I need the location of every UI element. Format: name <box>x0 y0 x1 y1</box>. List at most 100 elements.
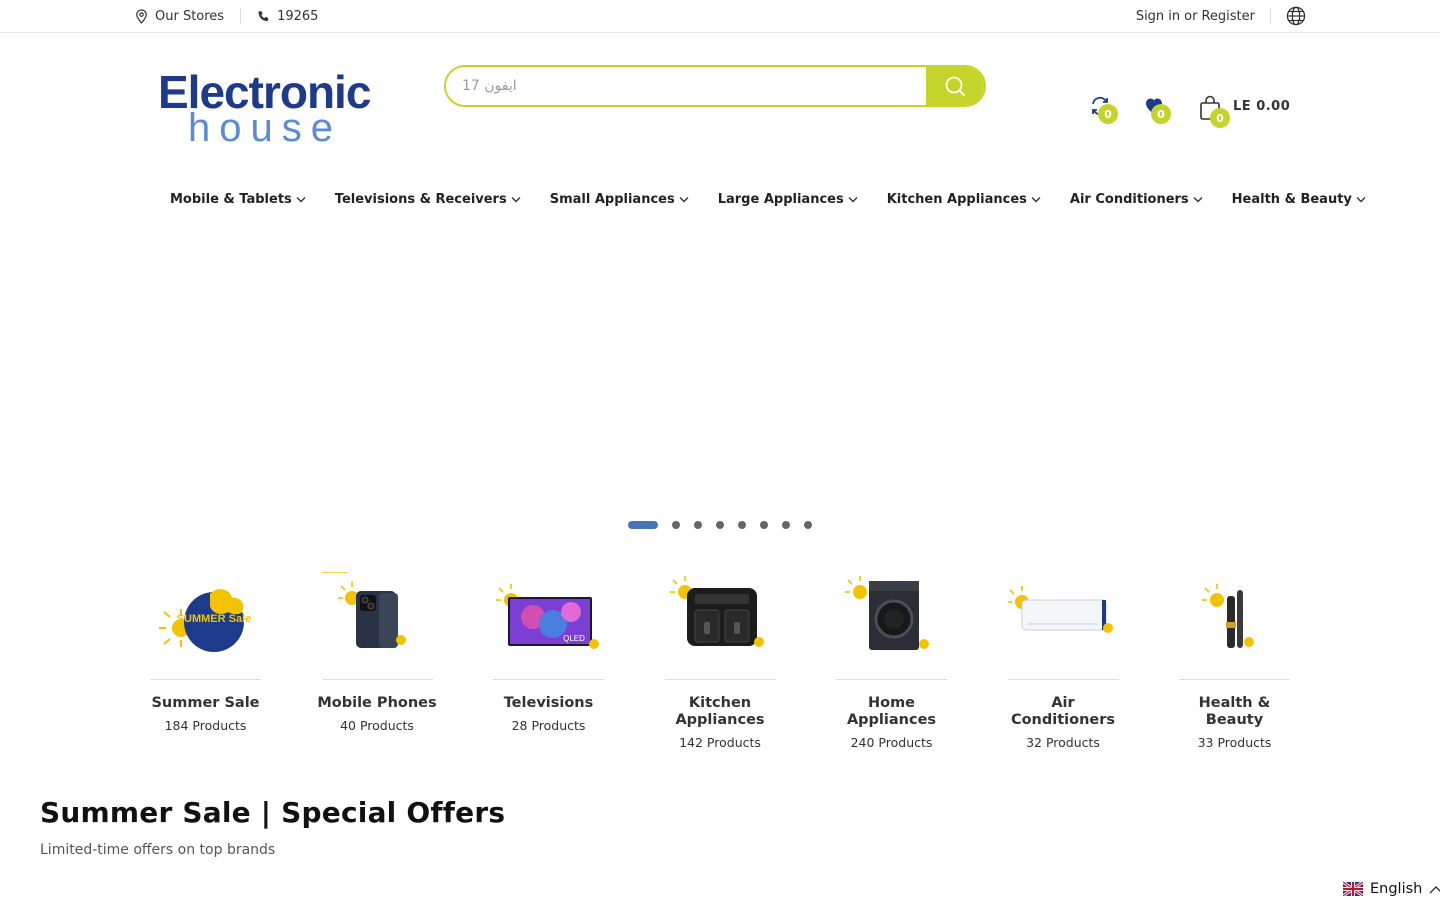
category-title: Air Conditioners <box>1010 695 1116 728</box>
air-fryer-icon <box>669 576 764 647</box>
category-kitchen-appliances[interactable]: Kitchen Appliances 142 Products <box>664 572 776 750</box>
television-icon: QLED <box>496 584 599 649</box>
chevron-down-icon <box>679 196 689 203</box>
site-logo[interactable]: Electronic house <box>158 66 372 150</box>
section-title: Summer Sale | Special Offers <box>40 796 506 829</box>
top-bar: Our Stores 19265 Sign in or Register <box>0 0 1440 33</box>
tv-qled-label: QLED <box>563 634 585 643</box>
language-selector[interactable]: English <box>1343 881 1440 897</box>
compare-count-badge: 0 <box>1098 104 1118 124</box>
chevron-down-icon <box>848 196 858 203</box>
nav-item-label: Large Appliances <box>717 192 844 207</box>
nav-item-mobile-tablets[interactable]: Mobile & Tablets <box>170 192 306 207</box>
category-count: 142 Products <box>679 735 761 750</box>
category-televisions[interactable]: QLED Televisions 28 Products <box>493 572 604 750</box>
cart-total[interactable]: LE 0.00 <box>1233 99 1290 114</box>
nav-item-health-beauty[interactable]: Health & Beauty <box>1232 192 1366 207</box>
compare-button[interactable]: 0 <box>1089 95 1118 124</box>
nav-item-label: Health & Beauty <box>1231 192 1352 207</box>
slider-dot[interactable] <box>782 521 790 529</box>
category-title: Summer Sale <box>151 695 260 711</box>
main-nav: Mobile & Tablets Televisions & Receivers… <box>170 192 1366 207</box>
wishlist-count-badge: 0 <box>1151 104 1171 124</box>
chevron-down-icon <box>1193 196 1203 203</box>
category-air-conditioners[interactable]: Air Conditioners 32 Products <box>1007 572 1119 750</box>
nav-item-televisions-receivers[interactable]: Televisions & Receivers <box>335 192 521 207</box>
divider <box>240 8 242 24</box>
wishlist-button[interactable]: 0 <box>1143 95 1171 124</box>
category-home-appliances[interactable]: Home Appliances 240 Products <box>836 572 947 750</box>
category-count: 32 Products <box>1026 735 1100 750</box>
nav-item-label: Air Conditioners <box>1069 192 1189 207</box>
slider-dot[interactable] <box>804 521 812 529</box>
search-button[interactable] <box>926 67 984 105</box>
slider-dot[interactable] <box>628 521 658 529</box>
chevron-down-icon <box>1031 196 1041 203</box>
category-title: Kitchen Appliances <box>675 695 765 728</box>
hero-slider[interactable] <box>0 232 1440 512</box>
hair-styler-icon <box>1202 584 1254 648</box>
logo-text-line2: house <box>188 106 342 146</box>
divider <box>1270 8 1271 24</box>
slider-dot[interactable] <box>716 521 724 529</box>
or-separator: or <box>1184 8 1198 24</box>
category-count: 240 Products <box>850 735 933 750</box>
category-title: Mobile Phones <box>317 695 437 711</box>
section-subtitle: Limited-time offers on top brands <box>40 842 276 858</box>
slider-dot[interactable] <box>694 521 702 529</box>
category-count: 28 Products <box>511 718 586 733</box>
chevron-down-icon <box>511 196 521 203</box>
category-summer-sale[interactable]: SUMMER Sale Summer Sale 184 Products <box>150 572 261 750</box>
search-bar <box>444 65 986 107</box>
uk-flag-icon <box>1343 882 1363 896</box>
slider-dot[interactable] <box>738 521 746 529</box>
summer-sale-badge-icon: SUMMER Sale <box>159 589 252 652</box>
register-link[interactable]: Register <box>1201 9 1255 24</box>
category-image <box>836 572 947 680</box>
category-image: SUMMER Sale <box>150 572 261 680</box>
cart-button[interactable]: 0 <box>1198 95 1230 128</box>
location-pin-icon <box>135 8 148 24</box>
category-image <box>151 571 433 680</box>
nav-item-label: Kitchen Appliances <box>886 192 1027 207</box>
slider-dot[interactable] <box>760 521 768 529</box>
search-icon <box>944 75 966 97</box>
chevron-down-icon <box>1356 196 1366 203</box>
category-title: Televisions <box>503 695 594 711</box>
slider-pagination <box>628 521 826 529</box>
phone-icon <box>257 10 270 23</box>
top-bar-right: Sign in or Register <box>1136 0 1306 32</box>
sign-in-link[interactable]: Sign in <box>1136 9 1180 24</box>
slider-dot[interactable] <box>672 521 680 529</box>
phone-number: 19265 <box>277 8 319 24</box>
nav-item-small-appliances[interactable]: Small Appliances <box>550 192 689 207</box>
category-image <box>664 572 776 680</box>
category-image <box>1007 572 1119 680</box>
nav-item-air-conditioners[interactable]: Air Conditioners <box>1070 192 1203 207</box>
category-image: QLED <box>493 572 604 680</box>
summer-sale-badge-text: SUMMER Sale <box>177 613 252 625</box>
globe-icon[interactable] <box>1286 6 1306 26</box>
cart-count-badge: 0 <box>1210 108 1230 128</box>
smartphone-icon <box>151 571 406 648</box>
nav-item-large-appliances[interactable]: Large Appliances <box>718 192 858 207</box>
washing-machine-icon <box>845 576 929 650</box>
phone-link[interactable]: 19265 <box>257 9 318 24</box>
nav-item-label: Televisions & Receivers <box>334 192 507 207</box>
our-stores-label: Our Stores <box>155 8 225 24</box>
air-conditioner-icon <box>1007 586 1113 633</box>
category-image <box>1179 572 1290 680</box>
language-label: English <box>1370 881 1423 897</box>
category-count: 40 Products <box>340 718 414 733</box>
nav-item-label: Mobile & Tablets <box>170 192 292 207</box>
category-health-beauty[interactable]: Health & Beauty 33 Products <box>1179 572 1290 750</box>
search-input[interactable] <box>446 67 926 105</box>
category-title: Health & Beauty <box>1198 695 1271 728</box>
category-count: 33 Products <box>1197 735 1272 750</box>
nav-item-label: Small Appliances <box>549 192 675 207</box>
chevron-up-icon <box>1429 885 1440 894</box>
top-bar-left: Our Stores 19265 <box>135 0 318 32</box>
our-stores-link[interactable]: Our Stores <box>135 9 224 24</box>
category-mobile-phones[interactable]: Mobile Phones 40 Products <box>151 571 437 750</box>
nav-item-kitchen-appliances[interactable]: Kitchen Appliances <box>887 192 1041 207</box>
